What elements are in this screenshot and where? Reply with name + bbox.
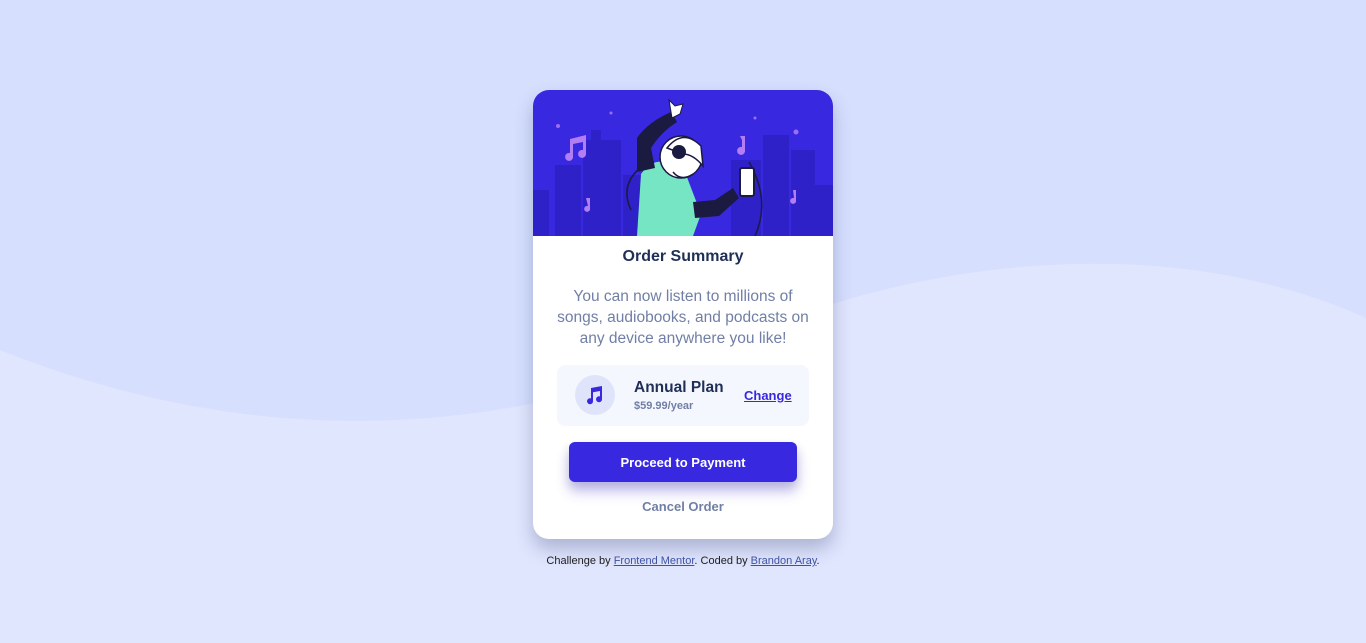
frontend-mentor-link[interactable]: Frontend Mentor	[614, 555, 695, 567]
change-plan-link[interactable]: Change	[744, 388, 792, 403]
plan-summary: Annual Plan $59.99/year Change	[557, 365, 809, 426]
plan-name: Annual Plan	[634, 379, 724, 396]
attribution: Challenge by Frontend Mentor. Coded by B…	[0, 555, 1366, 567]
card-title: Order Summary	[622, 248, 744, 265]
music-note-icon	[575, 375, 615, 415]
hero-illustration	[533, 90, 833, 236]
attribution-suffix: .	[816, 555, 820, 567]
cancel-order-button[interactable]: Cancel Order	[533, 499, 833, 514]
proceed-to-payment-button[interactable]: Proceed to Payment	[569, 442, 797, 482]
attribution-prefix: Challenge by	[546, 555, 614, 567]
attribution-middle: . Coded by	[694, 555, 751, 567]
author-link[interactable]: Brandon Aray	[751, 555, 817, 567]
plan-price: $59.99/year	[634, 400, 694, 412]
order-summary-card: Order Summary You can now listen to mill…	[533, 90, 833, 539]
card-description: You can now listen to millions of songs,…	[557, 288, 809, 347]
